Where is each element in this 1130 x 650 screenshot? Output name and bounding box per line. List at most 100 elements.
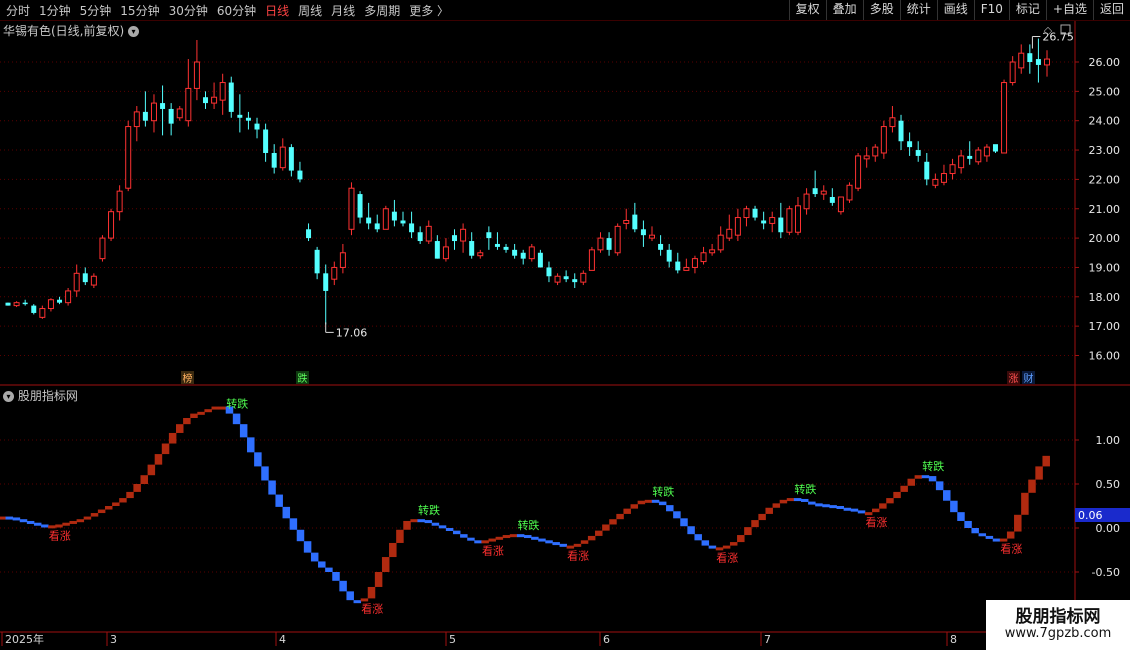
candle-body (1035, 59, 1041, 65)
candle-body (855, 155, 862, 189)
x-tick-label: 4 (279, 633, 286, 646)
indicator-bar (303, 541, 312, 553)
candle (932, 173, 939, 189)
candle (528, 243, 535, 262)
indicator-bar (396, 529, 404, 543)
candle (306, 223, 312, 242)
indicator-bar (609, 519, 617, 525)
indicator-bar (147, 464, 156, 476)
indicator-bar (616, 513, 624, 520)
indicator-bar (943, 490, 951, 501)
indicator-bar (183, 418, 191, 425)
indicator-bar (644, 499, 653, 503)
indicator-bar (694, 534, 702, 541)
candle (150, 94, 157, 133)
indicator-bar (509, 534, 518, 538)
candle-body (297, 170, 303, 180)
candle-body (1027, 53, 1033, 62)
current-value-label: 0.06 (1078, 509, 1103, 522)
candle (13, 301, 20, 308)
candle (520, 249, 526, 265)
indicator-bar (1014, 514, 1022, 532)
indicator-panel-header: ▾ 股朋指标网 (3, 387, 78, 404)
indicator-bar (161, 443, 170, 455)
candle (691, 255, 698, 274)
indicator-bar (779, 499, 788, 504)
candle-body (13, 302, 20, 307)
candle (915, 141, 921, 162)
candle-body (348, 187, 355, 230)
candle-body (39, 308, 46, 318)
candle (675, 252, 681, 274)
indicator-bar (0, 516, 6, 520)
candle-body (794, 205, 801, 233)
indicator-bar (55, 524, 63, 528)
signal-buy-label: 看涨 (49, 528, 71, 542)
indicator-bar (808, 501, 816, 505)
indicator-bar (374, 572, 383, 587)
signal-turn-down-label: 转跌 (418, 503, 440, 517)
indicator-bar (417, 519, 425, 523)
kline-chart[interactable]: 26.00 25.00 24.00 23.00 22.00 21.00 20.00 19.00… (0, 0, 1130, 650)
chevron-down-icon[interactable]: ▾ (3, 391, 14, 402)
indicator-bar (879, 503, 887, 509)
candle-body (357, 194, 363, 218)
candle-body (503, 246, 509, 250)
candle-body (726, 228, 733, 239)
signal-buy-label: 看涨 (567, 549, 589, 563)
candle-body (700, 252, 707, 263)
indicator-bar (339, 580, 347, 592)
candle (211, 82, 218, 109)
candle-body (786, 208, 793, 233)
indicator-bar (310, 552, 319, 562)
indicator-bar (772, 503, 781, 508)
indicator-bar (1021, 492, 1029, 515)
indicator-bar (197, 411, 205, 415)
candle-body (168, 108, 174, 124)
indicator-bar (119, 498, 127, 503)
indicator-bar (559, 543, 568, 547)
indicator-bar (282, 506, 291, 519)
indicator-ytick-label: 0.50 (1096, 478, 1121, 491)
candle (786, 205, 793, 236)
signal-turn-down-label: 转跌 (652, 485, 674, 499)
candle (425, 220, 432, 244)
candle (666, 243, 672, 268)
candle (907, 132, 913, 156)
candle-body (400, 220, 406, 224)
indicator-bar (19, 519, 28, 523)
indicator-bar (452, 530, 461, 535)
candle (958, 150, 965, 174)
indicator-bar (460, 534, 468, 538)
candle-body (572, 279, 578, 283)
candle (683, 258, 690, 271)
candle-body (691, 258, 698, 268)
candle-body (1009, 61, 1016, 84)
indicator-bar (708, 545, 717, 549)
candle-body (837, 196, 844, 213)
indicator-bar (275, 494, 283, 507)
candle-body (949, 164, 956, 175)
candle (357, 191, 363, 224)
indicator-bar (538, 538, 546, 542)
indicator-bar (239, 424, 248, 438)
candle (47, 298, 54, 312)
candle (237, 94, 243, 133)
indicator-bar (843, 507, 852, 511)
indicator-bar (410, 519, 418, 523)
indicator-bar (893, 491, 901, 499)
candle-body (5, 302, 11, 306)
indicator-bar (737, 535, 745, 543)
indicator-bar (623, 508, 631, 514)
indicator-bar (595, 530, 603, 536)
candle-body (494, 243, 500, 247)
candle-body (940, 173, 947, 183)
candle (366, 202, 372, 230)
candle (614, 223, 621, 256)
candle-body (812, 188, 818, 195)
indicator-bar (957, 512, 965, 521)
chevron-down-icon[interactable]: ▾ (128, 26, 140, 37)
candle-body (872, 146, 879, 157)
candle (761, 211, 767, 230)
candle-body (219, 82, 226, 101)
